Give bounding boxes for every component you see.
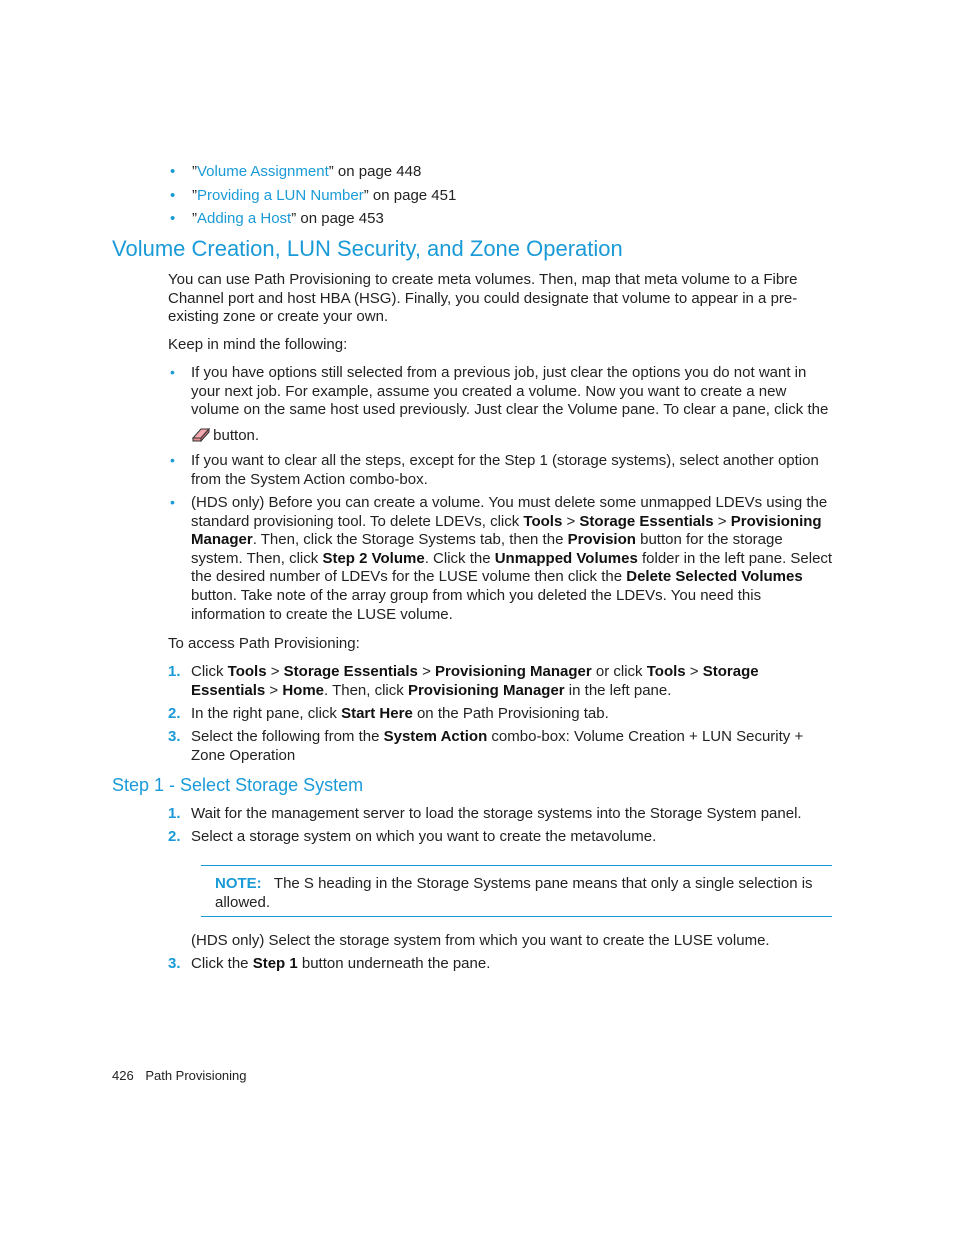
text: . Click the xyxy=(424,549,495,567)
keep-in-mind-text: Keep in mind the following: xyxy=(168,336,348,353)
text: . Then, click xyxy=(324,681,408,699)
bullet-text: If you have options still selected from … xyxy=(191,364,829,419)
ui-term: Start Here xyxy=(341,705,413,722)
separator: > xyxy=(562,512,580,530)
ui-term: Delete Selected Volumes xyxy=(626,568,803,586)
text: or click xyxy=(591,663,647,680)
step-number: 1. xyxy=(168,805,181,822)
bullet-icon: • xyxy=(170,364,175,380)
bullet-icon: • xyxy=(170,187,176,204)
text: on the Path Provisioning tab. xyxy=(412,705,609,722)
bullet-icon: • xyxy=(170,452,175,468)
note-top-rule xyxy=(201,865,832,866)
hds-note: (HDS only) Select the storage system fro… xyxy=(191,932,770,949)
note-text: The S heading in the Storage Systems pan… xyxy=(215,875,813,911)
ui-term: Unmapped Volumes xyxy=(494,549,638,567)
step1-heading: Step 1 - Select Storage System xyxy=(112,775,364,795)
step-number: 3. xyxy=(168,728,181,745)
text: . Then, click the Storage Systems tab, t… xyxy=(252,531,568,549)
step1-item-2: Select a storage system on which you wan… xyxy=(191,828,657,845)
bullet-clear-options: If you have options still selected from … xyxy=(191,364,831,445)
ui-term: Provisioning Manager xyxy=(407,681,565,699)
note: NOTE: The S heading in the Storage Syste… xyxy=(215,875,825,912)
eraser-icon xyxy=(191,426,211,443)
ui-term: Provisioning Manager xyxy=(435,663,592,680)
access-step-2: In the right pane, click Start Here on t… xyxy=(191,705,831,724)
ui-term: Provision xyxy=(567,531,636,549)
section-title: Volume Creation, LUN Security, and Zone … xyxy=(112,236,623,261)
xref-page: ” on page 448 xyxy=(328,163,422,180)
footer-title: Path Provisioning xyxy=(145,1068,247,1083)
ui-term: Storage Essentials xyxy=(579,512,714,530)
text: In the right pane, click xyxy=(191,705,342,722)
bullet-text-tail: button. xyxy=(213,426,260,444)
text: button underneath the pane. xyxy=(297,955,491,972)
text: Click xyxy=(191,663,228,680)
step1-item-1: Wait for the management server to load t… xyxy=(191,805,802,822)
step1-item-3: Click the Step 1 button underneath the p… xyxy=(191,955,831,974)
note-label: NOTE: xyxy=(215,875,262,892)
text: in the left pane. xyxy=(564,681,672,699)
xref-link-providing-lun-number[interactable]: Providing a LUN Number xyxy=(197,187,364,204)
text: button. Take note of the array group fro… xyxy=(191,586,762,623)
bullet-clear-steps: If you want to clear all the steps, exce… xyxy=(191,452,819,488)
ui-term: Step 2 Volume xyxy=(322,549,425,567)
separator: > xyxy=(266,663,284,680)
xref-page: ” on page 451 xyxy=(363,187,457,204)
bullet-hds-only: (HDS only) Before you can create a volum… xyxy=(191,494,833,624)
ui-term: Tools xyxy=(646,663,686,680)
separator: > xyxy=(417,663,436,680)
step-number: 2. xyxy=(168,828,181,845)
page-number: 426 xyxy=(112,1068,134,1083)
intro-paragraph: You can use Path Provisioning to create … xyxy=(168,271,798,326)
step-number: 2. xyxy=(168,705,181,722)
text: Select the following from the xyxy=(191,728,384,745)
ui-term: Tools xyxy=(227,663,267,680)
step-number: 1. xyxy=(168,663,181,680)
step-number: 3. xyxy=(168,955,181,972)
access-step-3: Select the following from the System Act… xyxy=(191,728,821,765)
page-footer: 426 Path Provisioning xyxy=(112,1068,247,1083)
note-bottom-rule xyxy=(201,916,832,917)
ui-term: Tools xyxy=(523,512,563,530)
ui-term: Step 1 xyxy=(252,955,298,972)
access-intro: To access Path Provisioning: xyxy=(168,635,360,652)
ui-term: System Action xyxy=(383,728,488,745)
separator: > xyxy=(265,681,283,699)
bullet-icon: • xyxy=(170,210,176,227)
separator: > xyxy=(685,663,703,680)
xref-link-volume-assignment[interactable]: Volume Assignment xyxy=(197,163,329,180)
xref-link-adding-host[interactable]: Adding a Host xyxy=(197,210,291,227)
xref-page: ” on page 453 xyxy=(291,210,384,227)
separator: > xyxy=(713,512,731,530)
bullet-icon: • xyxy=(170,494,175,510)
ui-term: Home xyxy=(282,681,325,699)
text: Click the xyxy=(191,955,253,972)
access-step-1: Click Tools > Storage Essentials > Provi… xyxy=(191,663,831,700)
bullet-icon: • xyxy=(170,163,176,180)
ui-term: Storage Essentials xyxy=(283,663,418,680)
